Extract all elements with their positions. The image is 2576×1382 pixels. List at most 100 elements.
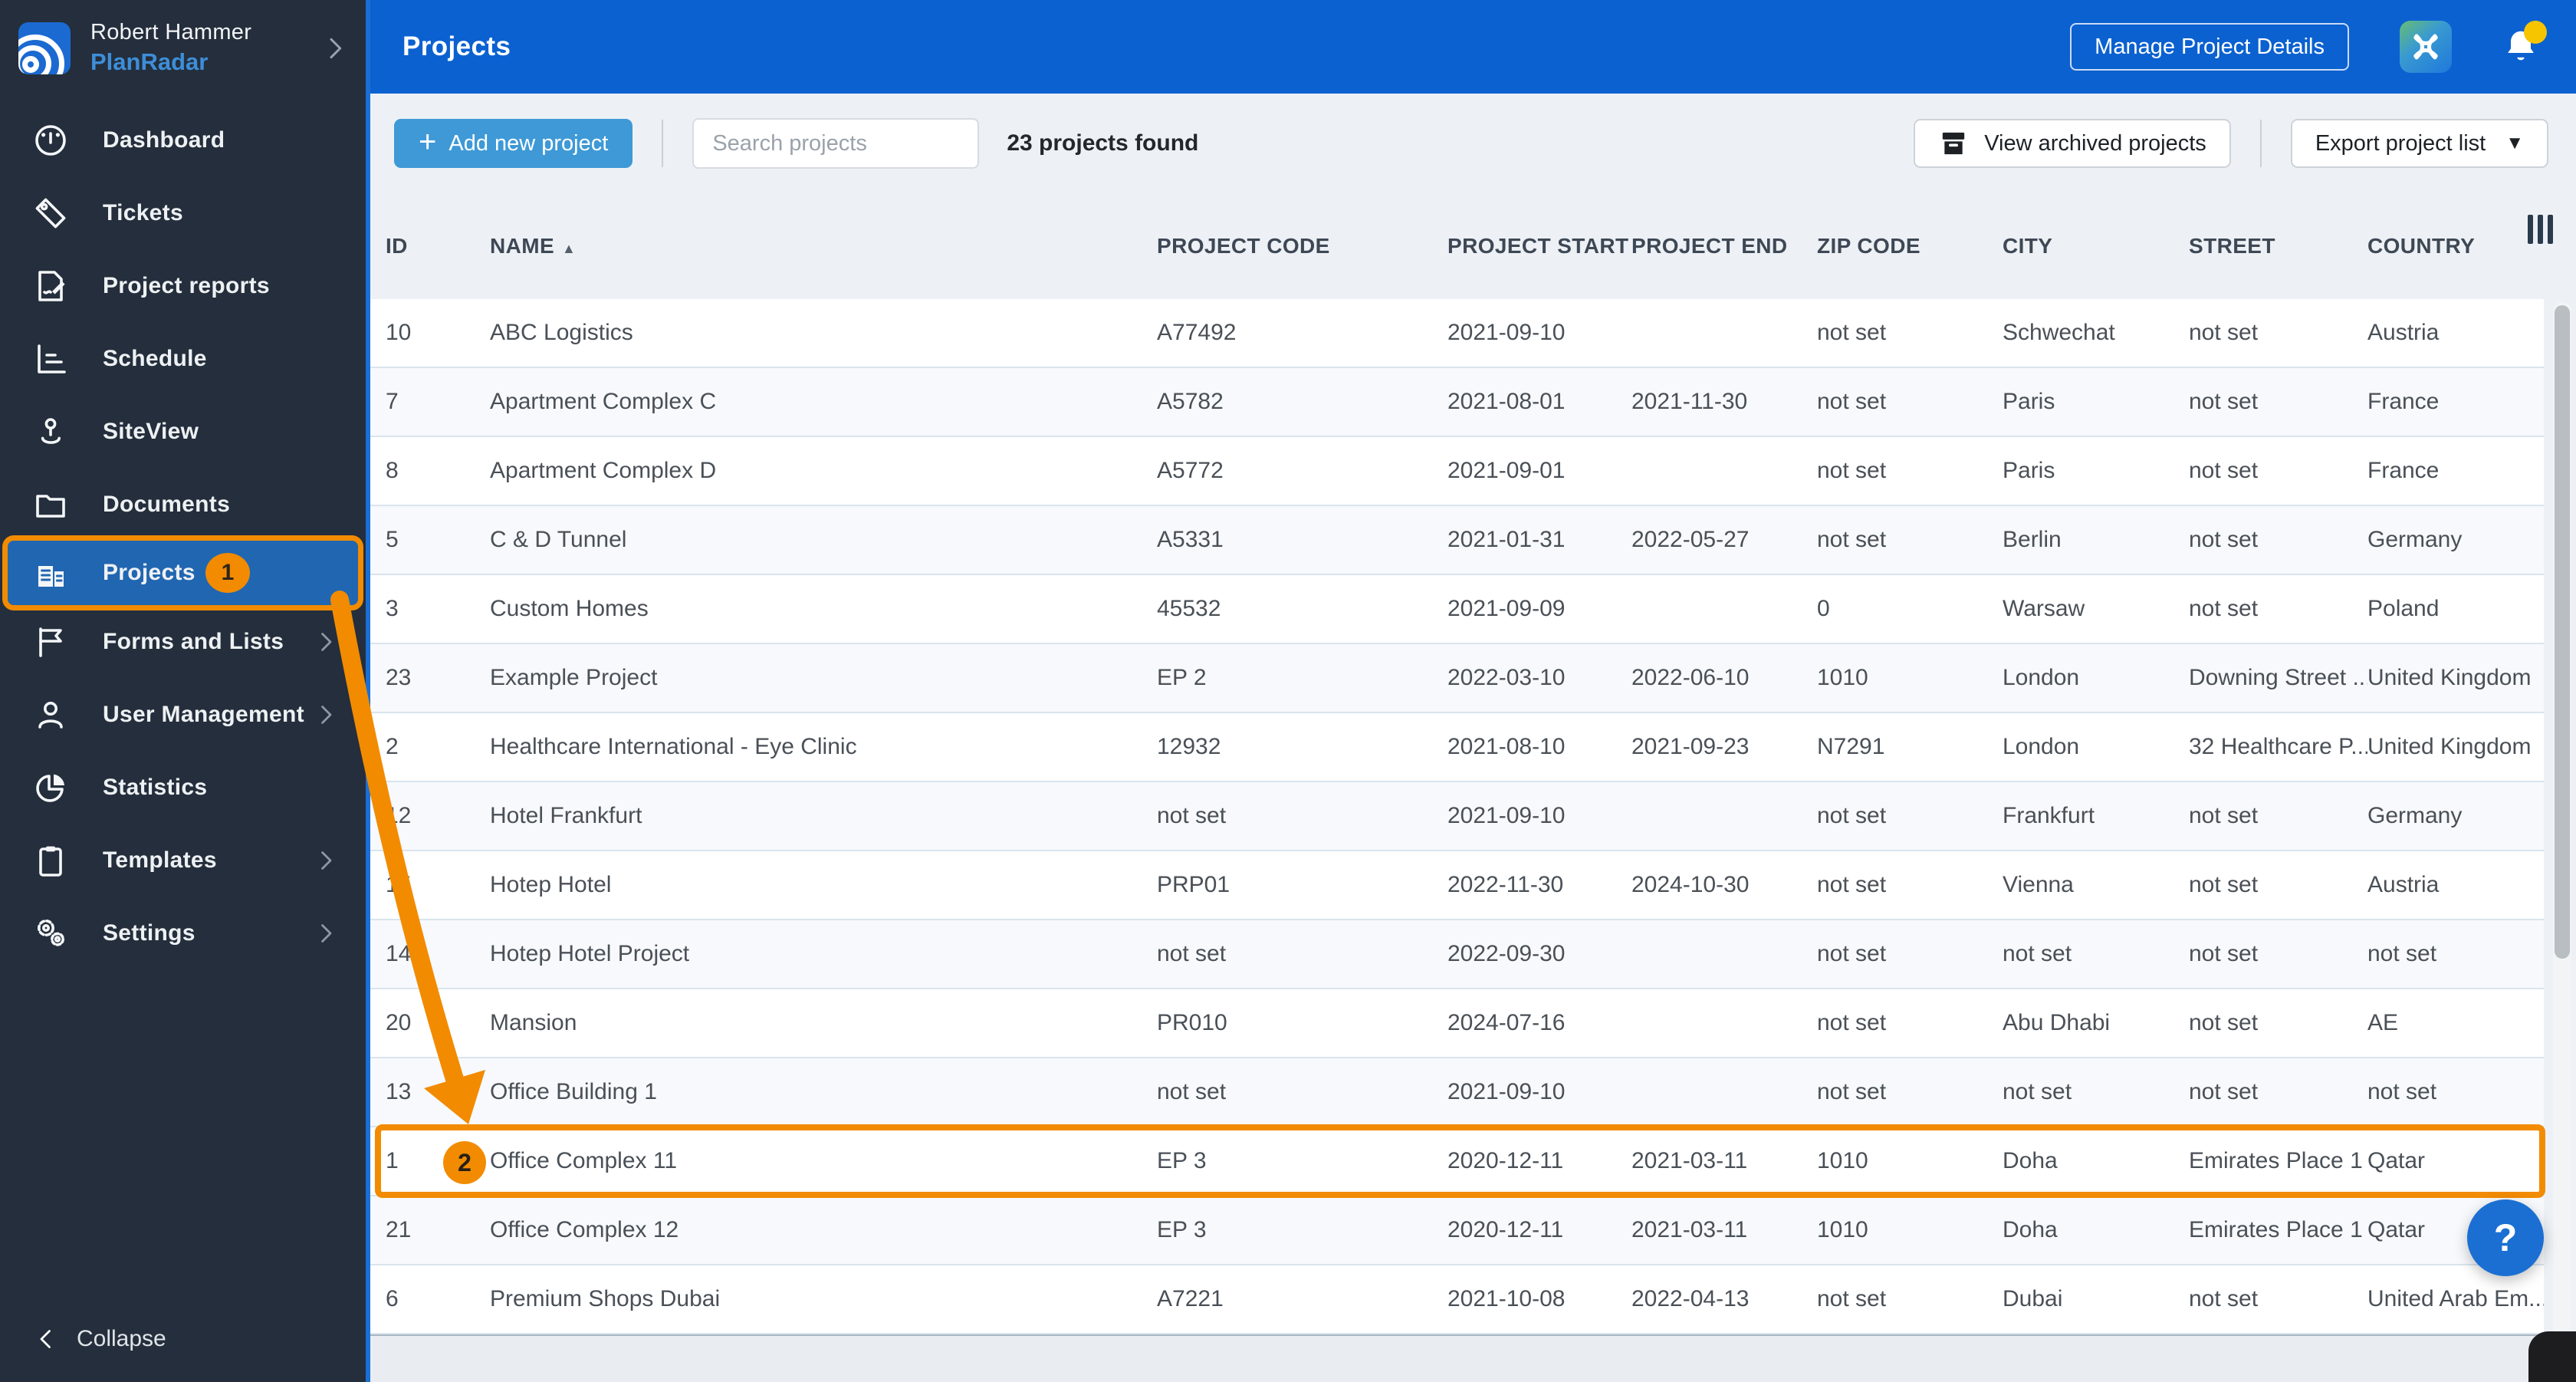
table-cell: 2020-12-11 [1447,1217,1564,1242]
sidebar-item-settings[interactable]: Settings [0,897,366,969]
table-cell: not set [2189,1079,2259,1104]
app-window: Robert Hammer PlanRadar Dashboard Ticket… [0,0,2576,1382]
view-archived-projects-button[interactable]: View archived projects [1914,119,2231,168]
table-cell: 21 [386,1217,412,1242]
table-row[interactable]: 6 Premium Shops Dubai A7221 2021-10-08 2022-… [370,1265,2544,1334]
sidebar-item-projects[interactable]: Projects 1 [2,535,363,610]
column-header-name[interactable]: NAME ▲ [490,234,1157,258]
table-cell: 2021-09-23 [1631,734,1750,759]
app-switcher-icon[interactable] [2400,21,2452,73]
column-header-project-end[interactable]: PROJECT END [1631,234,1817,258]
column-settings-icon[interactable] [2528,215,2553,244]
table-row[interactable]: 1 Office Complex 11 EP 3 2020-12-11 2021-03-… [370,1124,2545,1198]
collapse-label: Collapse [77,1326,166,1351]
export-project-list-button[interactable]: Export project list ▼ [2290,119,2548,168]
table-row[interactable]: 8 Apartment Complex D A5772 2021-09-01 not s… [370,437,2544,506]
table-cell: EP 3 [1157,1217,1207,1242]
column-header-city[interactable]: CITY [2003,234,2189,258]
user-account-card[interactable]: Robert Hammer PlanRadar [0,0,366,93]
table-cell: Germany [2367,803,2463,828]
table-row[interactable]: 20 Mansion PR010 2024-07-16 not set Abu Dhabi… [370,989,2544,1058]
sidebar-item-templates[interactable]: Templates [0,824,366,897]
table-row[interactable]: 5 C & D Tunnel A5331 2021-01-31 2022-05-27 no… [370,506,2544,575]
caret-down-icon: ▼ [2505,133,2524,153]
vertical-scrollbar[interactable] [2553,302,2571,1339]
table-cell: ABC Logistics [490,320,633,345]
table-cell: 2021-10-08 [1447,1286,1566,1311]
table-cell: not set [2189,803,2259,828]
table-cell: 2021-09-10 [1447,1079,1566,1104]
toolbar: + Add new project 23 projects found View… [370,94,2576,193]
sidebar-item-siteview[interactable]: SiteView [0,395,366,468]
table-cell: A5772 [1157,458,1224,483]
flag-icon [32,624,69,660]
table-cell: Healthcare International - Eye Clinic [490,734,857,759]
table-cell: Emirates Place 1 [2189,1217,2363,1242]
add-new-project-label: Add new project [449,130,609,156]
table-row[interactable]: 13 Office Building 1 not set 2021-09-10 not … [370,1058,2544,1127]
table-cell: 2022-05-27 [1631,527,1750,552]
sidebar-item-user-management[interactable]: User Management [0,678,366,751]
notification-dot [2524,21,2547,44]
sidebar-item-project-reports[interactable]: Project reports [0,249,366,322]
notifications-button[interactable] [2501,21,2547,68]
sidebar-item-dashboard[interactable]: Dashboard [0,104,366,176]
table-row[interactable]: 7 Apartment Complex C A5782 2021-08-01 2021-… [370,368,2544,437]
table-cell: 5 [386,527,399,552]
table-row[interactable]: 23 Example Project EP 2 2022-03-10 2022-06-1… [370,644,2544,713]
table-cell: not set [1157,803,1227,828]
bar-chart-icon [32,341,69,377]
table-cell: 2024-07-16 [1447,1010,1566,1035]
sidebar-item-label: Projects [103,560,196,585]
table-row[interactable]: 12 Hotel Frankfurt not set 2021-09-10 not se… [370,782,2544,851]
sidebar-item-schedule[interactable]: Schedule [0,322,366,395]
table-cell: not set [2189,596,2259,621]
results-count: 23 projects found [1007,130,1199,156]
toolbar-divider-2 [2259,120,2262,167]
table-cell: EP 2 [1157,665,1207,690]
column-header-project-code[interactable]: PROJECT CODE [1157,234,1447,258]
table-row[interactable]: 10 ABC Logistics A77492 2021-09-10 not set Sc… [370,299,2544,368]
annotation-badge-1: 1 [205,553,250,593]
table-cell: 2020-12-11 [1447,1148,1564,1173]
table-cell: 14 [386,941,412,966]
clipboard-icon [32,842,69,879]
table-cell: AE [2367,1010,2399,1035]
table-cell: Qatar [2367,1148,2426,1173]
table-cell: not set [2189,1286,2259,1311]
table-cell: 32 Healthcare P... [2189,734,2367,759]
table-row[interactable]: 15 Hotep Hotel PRP01 2022-11-30 2024-10-30 no… [370,851,2544,920]
sidebar: Robert Hammer PlanRadar Dashboard Ticket… [0,0,366,1382]
chevron-right-icon [312,701,340,729]
table-cell: not set [2189,941,2259,966]
sidebar-item-label: Tickets [103,199,183,225]
sidebar-item-statistics[interactable]: Statistics [0,751,366,824]
table-cell: 23 [386,665,412,690]
column-header-project-start[interactable]: PROJECT START [1447,234,1631,258]
column-header-zip-code[interactable]: ZIP CODE [1817,234,2003,258]
table-cell: not set [2189,527,2259,552]
table-cell: 2021-03-11 [1631,1217,1748,1242]
add-new-project-button[interactable]: + Add new project [394,119,633,168]
table-row[interactable]: 3 Custom Homes 45532 2021-09-09 0 Warsaw not s… [370,575,2544,644]
table-row[interactable]: 14 Hotep Hotel Project not set 2022-09-30 no… [370,920,2544,989]
table-cell: Apartment Complex D [490,458,717,483]
chevron-right-icon [312,920,340,947]
help-button[interactable]: ? [2467,1199,2544,1276]
column-header-id[interactable]: ID [386,234,490,258]
sidebar-item-documents[interactable]: Documents [0,468,366,541]
table-cell: 45532 [1157,596,1221,621]
manage-project-details-button[interactable]: Manage Project Details [2070,23,2349,71]
table-row[interactable]: 2 Healthcare International - Eye Clinic 12… [370,713,2544,782]
collapse-button[interactable]: Collapse [0,1325,366,1382]
sidebar-item-forms-and-lists[interactable]: Forms and Lists [0,605,366,678]
table-cell: 2021-09-09 [1447,596,1566,621]
scrollbar-thumb[interactable] [2555,305,2570,959]
table-header: ID NAME ▲ PROJECT CODE PROJECT START PROJECT … [370,193,2576,299]
sidebar-item-tickets[interactable]: Tickets [0,176,366,249]
table-cell: Dubai [2003,1286,2063,1311]
search-input[interactable] [692,118,980,169]
table-cell: United Kingdom [2367,665,2532,690]
column-header-street[interactable]: STREET [2189,234,2367,258]
table-row[interactable]: 21 Office Complex 12 EP 3 2020-12-11 2021-03… [370,1196,2544,1265]
